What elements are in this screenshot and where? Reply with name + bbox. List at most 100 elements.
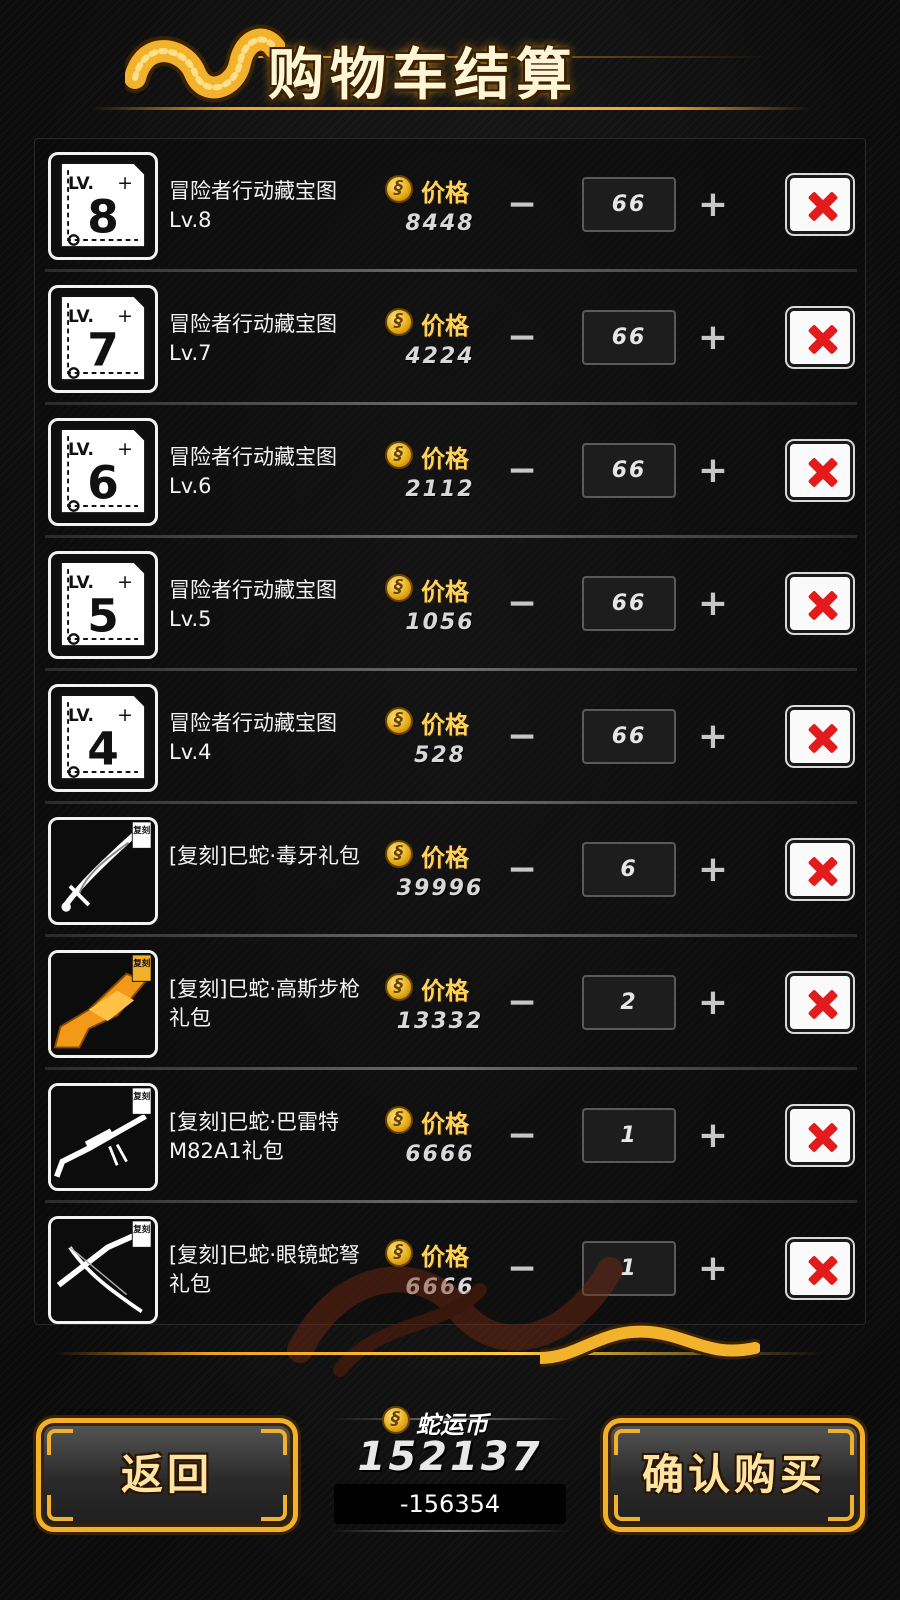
quantity-field[interactable]: 66 — [582, 443, 676, 498]
increase-qty-button[interactable]: + — [693, 852, 733, 892]
item-price: 1056 — [405, 610, 475, 635]
decrease-qty-button[interactable]: − — [502, 320, 542, 360]
price-label: 价格 — [385, 705, 495, 739]
sniper-rifle-icon: 复刻 — [48, 1083, 158, 1191]
decrease-qty-button[interactable]: − — [502, 852, 542, 892]
item-price: 528 — [414, 743, 466, 768]
remove-item-button[interactable] — [787, 308, 853, 367]
coin-icon — [385, 1106, 413, 1134]
increase-qty-button[interactable]: + — [693, 453, 733, 493]
item-price: 39996 — [396, 876, 484, 901]
increase-qty-button[interactable]: + — [693, 586, 733, 626]
item-name: [复刻]巳蛇·巴雷特M82A1礼包 — [169, 1110, 340, 1163]
confirm-button-label: 确认购买 — [641, 1450, 826, 1499]
increase-qty-button[interactable]: + — [693, 1118, 733, 1158]
coin-icon — [385, 840, 413, 868]
quantity-field[interactable]: 66 — [582, 310, 676, 365]
increase-qty-button[interactable]: + — [693, 187, 733, 227]
quantity-field[interactable]: 66 — [582, 576, 676, 631]
dagger-icon: 复刻 — [48, 817, 158, 925]
increase-qty-button[interactable]: + — [693, 1251, 733, 1291]
frame-corner — [614, 1429, 640, 1455]
remove-item-button[interactable] — [787, 441, 853, 500]
frame-corner — [261, 1495, 287, 1521]
coin-icon — [385, 574, 413, 602]
treasure-map-icon: LV. + 5 — [48, 551, 158, 659]
svg-text:+: + — [117, 438, 133, 460]
header-divider — [90, 107, 810, 110]
currency-label: 蛇运币 — [380, 1404, 520, 1439]
quantity-field[interactable]: 66 — [582, 709, 676, 764]
svg-text:4: 4 — [87, 722, 119, 775]
page-title: 购物车结算 — [268, 43, 578, 108]
quantity-field[interactable]: 2 — [582, 975, 676, 1030]
decrease-qty-button[interactable]: − — [502, 1118, 542, 1158]
cart-row: 复刻 [复刻]巳蛇·毒牙礼包 价格 39996 − 6 + — [35, 804, 865, 937]
gauss-rifle-icon: 复刻 — [48, 950, 158, 1058]
svg-text:6: 6 — [87, 456, 119, 509]
frame-corner — [47, 1429, 73, 1455]
item-price: 13332 — [396, 1009, 484, 1034]
decrease-qty-button[interactable]: − — [502, 719, 542, 759]
confirm-purchase-button[interactable]: 确认购买 — [603, 1418, 865, 1532]
remove-item-button[interactable] — [787, 175, 853, 234]
back-button[interactable]: 返回 — [36, 1418, 298, 1532]
cart-row: LV. + 7 冒险者行动藏宝图Lv.7 价格 4224 − 66 + — [35, 272, 865, 405]
item-price: 2112 — [405, 477, 475, 502]
increase-qty-button[interactable]: + — [693, 985, 733, 1025]
svg-text:复刻: 复刻 — [132, 958, 151, 969]
coin-icon — [385, 308, 413, 336]
decrease-qty-button[interactable]: − — [502, 453, 542, 493]
svg-text:复刻: 复刻 — [132, 825, 151, 836]
increase-qty-button[interactable]: + — [693, 719, 733, 759]
cart-row: LV. + 5 冒险者行动藏宝图Lv.5 价格 1056 − 66 + — [35, 538, 865, 671]
currency-balance: 152137 — [357, 1434, 543, 1480]
cart-row: LV. + 6 冒险者行动藏宝图Lv.6 价格 2112 − 66 + — [35, 405, 865, 538]
cart-row: LV. + 8 冒险者行动藏宝图Lv.8 价格 8448 − 66 + — [35, 139, 865, 272]
coin-icon — [385, 707, 413, 735]
cart-row: LV. + 4 冒险者行动藏宝图Lv.4 价格 528 − 66 + — [35, 671, 865, 804]
item-name: [复刻]巳蛇·毒牙礼包 — [169, 844, 361, 868]
svg-text:+: + — [117, 704, 133, 726]
price-label: 价格 — [385, 173, 495, 207]
header: 购物车结算 — [0, 0, 900, 125]
svg-text:+: + — [117, 305, 133, 327]
increase-qty-button[interactable]: + — [693, 320, 733, 360]
currency-divider — [330, 1530, 570, 1532]
remove-item-button[interactable] — [787, 1239, 853, 1298]
decrease-qty-button[interactable]: − — [502, 586, 542, 626]
remove-item-button[interactable] — [787, 1106, 853, 1165]
frame-corner — [47, 1495, 73, 1521]
svg-text:8: 8 — [87, 190, 119, 243]
crossbow-icon: 复刻 — [48, 1216, 158, 1324]
quantity-field[interactable]: 66 — [582, 177, 676, 232]
frame-corner — [261, 1429, 287, 1455]
item-name: 冒险者行动藏宝图Lv.5 — [169, 578, 337, 631]
back-button-label: 返回 — [120, 1450, 213, 1499]
price-label: 价格 — [385, 971, 495, 1005]
golden-snake-icon — [540, 1322, 760, 1367]
treasure-map-icon: LV. + 7 — [48, 285, 158, 393]
decrease-qty-button[interactable]: − — [502, 187, 542, 227]
remove-item-button[interactable] — [787, 707, 853, 766]
remove-item-button[interactable] — [787, 574, 853, 633]
quantity-field[interactable]: 6 — [582, 842, 676, 897]
quantity-field[interactable]: 1 — [582, 1108, 676, 1163]
coin-icon — [385, 175, 413, 203]
price-label: 价格 — [385, 838, 495, 872]
balance-after-purchase: -156354 — [334, 1484, 566, 1524]
item-price: 8448 — [405, 211, 475, 236]
svg-text:5: 5 — [87, 589, 119, 642]
cart-list[interactable]: LV. + 8 冒险者行动藏宝图Lv.8 价格 8448 − 66 + LV. … — [34, 138, 866, 1325]
price-label: 价格 — [385, 306, 495, 340]
item-name: 冒险者行动藏宝图Lv.6 — [169, 445, 337, 498]
item-name: 冒险者行动藏宝图Lv.7 — [169, 312, 337, 365]
remove-item-button[interactable] — [787, 973, 853, 1032]
frame-corner — [828, 1495, 854, 1521]
item-name: 冒险者行动藏宝图Lv.4 — [169, 711, 337, 764]
treasure-map-icon: LV. + 4 — [48, 684, 158, 792]
remove-item-button[interactable] — [787, 840, 853, 899]
svg-text:复刻: 复刻 — [132, 1091, 151, 1102]
price-label: 价格 — [385, 1104, 495, 1138]
decrease-qty-button[interactable]: − — [502, 985, 542, 1025]
